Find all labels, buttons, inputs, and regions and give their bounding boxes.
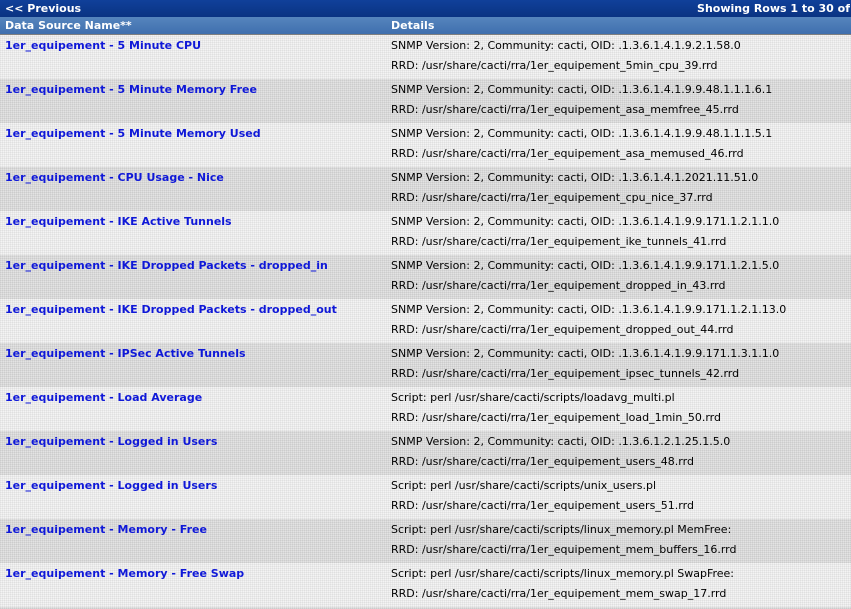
table-row[interactable]: 1er_equipement - IKE Dropped Packets - d… [0, 299, 851, 343]
detail-rrd-line: RRD: /usr/share/cacti/rra/1er_equipement… [391, 543, 737, 556]
column-header-details[interactable]: Details [388, 17, 851, 34]
detail-rrd-line: RRD: /usr/share/cacti/rra/1er_equipement… [391, 235, 727, 248]
cell-details: SNMP Version: 2, Community: cacti, OID: … [388, 35, 851, 79]
detail-source-line: Script: perl /usr/share/cacti/scripts/li… [391, 567, 735, 580]
data-source-link[interactable]: 1er_equipement - IPSec Active Tunnels [5, 347, 246, 361]
table-row[interactable]: 1er_equipement - Logged in Users Script: … [0, 475, 851, 519]
data-sources-page: << Previous Showing Rows 1 to 30 of Data… [0, 0, 851, 609]
data-sources-table-body: 1er_equipement - 5 Minute CPU SNMP Versio… [0, 35, 851, 609]
cell-data-source-name: 1er_equipement - Logged in Users [0, 475, 388, 497]
detail-rrd-line: RRD: /usr/share/cacti/rra/1er_equipement… [391, 367, 740, 380]
cell-data-source-name: 1er_equipement - 5 Minute CPU [0, 35, 388, 57]
cell-details: SNMP Version: 2, Community: cacti, OID: … [388, 211, 851, 255]
detail-rrd-line: RRD: /usr/share/cacti/rra/1er_equipement… [391, 499, 694, 512]
data-source-link[interactable]: 1er_equipement - Logged in Users [5, 479, 217, 493]
detail-rrd-line: RRD: /usr/share/cacti/rra/1er_equipement… [391, 147, 744, 160]
cell-details: SNMP Version: 2, Community: cacti, OID: … [388, 343, 851, 387]
cell-data-source-name: 1er_equipement - 5 Minute Memory Used [0, 123, 388, 145]
cell-details: SNMP Version: 2, Community: cacti, OID: … [388, 431, 851, 475]
detail-rrd-line: RRD: /usr/share/cacti/rra/1er_equipement… [391, 191, 713, 204]
data-source-link[interactable]: 1er_equipement - 5 Minute CPU [5, 39, 201, 53]
detail-rrd-line: RRD: /usr/share/cacti/rra/1er_equipement… [391, 455, 694, 468]
pagination-navbar: << Previous Showing Rows 1 to 30 of [0, 0, 851, 17]
table-row[interactable]: 1er_equipement - IKE Active Tunnels SNMP … [0, 211, 851, 255]
detail-source-line: SNMP Version: 2, Community: cacti, OID: … [391, 303, 787, 316]
cell-details: Script: perl /usr/share/cacti/scripts/un… [388, 475, 851, 519]
detail-source-line: SNMP Version: 2, Community: cacti, OID: … [391, 127, 773, 140]
cell-data-source-name: 1er_equipement - Logged in Users [0, 431, 388, 453]
data-source-link[interactable]: 1er_equipement - IKE Dropped Packets - d… [5, 259, 328, 273]
detail-rrd-line: RRD: /usr/share/cacti/rra/1er_equipement… [391, 103, 739, 116]
cell-details: SNMP Version: 2, Community: cacti, OID: … [388, 167, 851, 211]
cell-data-source-name: 1er_equipement - Memory - Free Swap [0, 563, 388, 585]
cell-details: Script: perl /usr/share/cacti/scripts/lo… [388, 387, 851, 431]
cell-data-source-name: 1er_equipement - IKE Active Tunnels [0, 211, 388, 233]
cell-data-source-name: 1er_equipement - Memory - Free [0, 519, 388, 541]
cell-details: SNMP Version: 2, Community: cacti, OID: … [388, 79, 851, 123]
column-header-data-source-name[interactable]: Data Source Name** [0, 17, 388, 34]
data-source-link[interactable]: 1er_equipement - IKE Active Tunnels [5, 215, 232, 229]
detail-rrd-line: RRD: /usr/share/cacti/rra/1er_equipement… [391, 59, 718, 72]
cell-data-source-name: 1er_equipement - IPSec Active Tunnels [0, 343, 388, 365]
detail-source-line: Script: perl /usr/share/cacti/scripts/li… [391, 523, 732, 536]
cell-details: SNMP Version: 2, Community: cacti, OID: … [388, 123, 851, 167]
table-row[interactable]: 1er_equipement - 5 Minute CPU SNMP Versio… [0, 35, 851, 79]
data-source-link[interactable]: 1er_equipement - 5 Minute Memory Used [5, 127, 261, 141]
table-row[interactable]: 1er_equipement - 5 Minute Memory Free SNM… [0, 79, 851, 123]
table-row[interactable]: 1er_equipement - Memory - Free Script: pe… [0, 519, 851, 563]
detail-rrd-line: RRD: /usr/share/cacti/rra/1er_equipement… [391, 279, 726, 292]
detail-source-line: SNMP Version: 2, Community: cacti, OID: … [391, 435, 731, 448]
table-row[interactable]: 1er_equipement - IPSec Active Tunnels SNM… [0, 343, 851, 387]
data-source-link[interactable]: 1er_equipement - Memory - Free Swap [5, 567, 244, 581]
cell-details: Script: perl /usr/share/cacti/scripts/li… [388, 519, 851, 563]
data-source-link[interactable]: 1er_equipement - 5 Minute Memory Free [5, 83, 257, 97]
cell-data-source-name: 1er_equipement - IKE Dropped Packets - d… [0, 255, 388, 277]
data-source-link[interactable]: 1er_equipement - CPU Usage - Nice [5, 171, 224, 185]
detail-source-line: SNMP Version: 2, Community: cacti, OID: … [391, 259, 780, 272]
table-row[interactable]: 1er_equipement - IKE Dropped Packets - d… [0, 255, 851, 299]
cell-data-source-name: 1er_equipement - Load Average [0, 387, 388, 409]
showing-rows-status: Showing Rows 1 to 30 of [697, 2, 850, 15]
detail-source-line: SNMP Version: 2, Community: cacti, OID: … [391, 215, 780, 228]
table-row[interactable]: 1er_equipement - CPU Usage - Nice SNMP Ve… [0, 167, 851, 211]
detail-source-line: Script: perl /usr/share/cacti/scripts/lo… [391, 391, 675, 404]
detail-source-line: Script: perl /usr/share/cacti/scripts/un… [391, 479, 657, 492]
detail-source-line: SNMP Version: 2, Community: cacti, OID: … [391, 347, 780, 360]
cell-details: SNMP Version: 2, Community: cacti, OID: … [388, 299, 851, 343]
detail-source-line: SNMP Version: 2, Community: cacti, OID: … [391, 83, 773, 96]
detail-source-line: SNMP Version: 2, Community: cacti, OID: … [391, 171, 759, 184]
cell-data-source-name: 1er_equipement - 5 Minute Memory Free [0, 79, 388, 101]
cell-details: SNMP Version: 2, Community: cacti, OID: … [388, 255, 851, 299]
table-row[interactable]: 1er_equipement - Load Average Script: per… [0, 387, 851, 431]
data-source-link[interactable]: 1er_equipement - Load Average [5, 391, 202, 405]
data-source-link[interactable]: 1er_equipement - IKE Dropped Packets - d… [5, 303, 337, 317]
detail-rrd-line: RRD: /usr/share/cacti/rra/1er_equipement… [391, 411, 721, 424]
detail-rrd-line: RRD: /usr/share/cacti/rra/1er_equipement… [391, 323, 734, 336]
table-row[interactable]: 1er_equipement - Logged in Users SNMP Ver… [0, 431, 851, 475]
detail-source-line: SNMP Version: 2, Community: cacti, OID: … [391, 39, 741, 52]
table-row[interactable]: 1er_equipement - Memory - Free Swap Scrip… [0, 563, 851, 607]
cell-data-source-name: 1er_equipement - CPU Usage - Nice [0, 167, 388, 189]
cell-details: Script: perl /usr/share/cacti/scripts/li… [388, 563, 851, 607]
detail-rrd-line: RRD: /usr/share/cacti/rra/1er_equipement… [391, 587, 727, 600]
table-row[interactable]: 1er_equipement - 5 Minute Memory Used SNM… [0, 123, 851, 167]
table-column-header: Data Source Name** Details [0, 17, 851, 35]
cell-data-source-name: 1er_equipement - IKE Dropped Packets - d… [0, 299, 388, 321]
previous-page-link[interactable]: << Previous [5, 0, 81, 17]
data-source-link[interactable]: 1er_equipement - Memory - Free [5, 523, 207, 537]
data-source-link[interactable]: 1er_equipement - Logged in Users [5, 435, 217, 449]
